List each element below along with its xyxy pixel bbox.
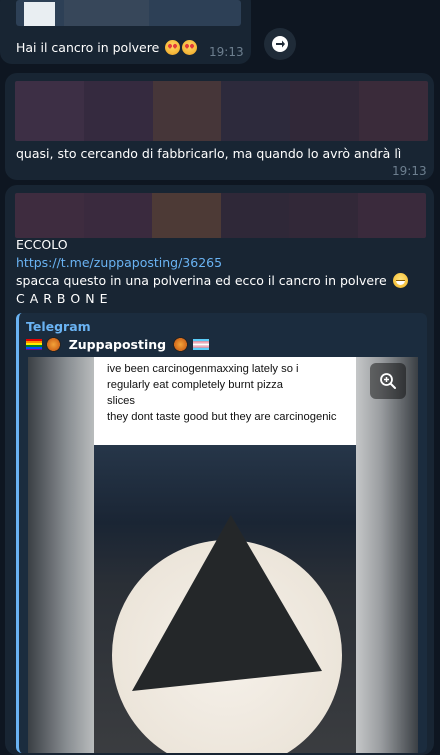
share-button[interactable]	[264, 28, 296, 60]
message-3-link[interactable]: https://t.me/zuppaposting/36265	[16, 255, 222, 270]
zoom-icon	[380, 373, 396, 389]
trans-flag-icon	[192, 339, 209, 350]
pizza-icon	[173, 337, 189, 352]
message-1-text: Hai il cancro in polvere	[16, 40, 198, 55]
message-bubble-1: Hai il cancro in polvere 19:13	[0, 0, 251, 64]
meme-image: ive been carcinogenmaxxing lately so i r…	[94, 357, 356, 753]
message-3-media-strip[interactable]	[15, 193, 426, 238]
rainbow-flag-icon	[26, 339, 42, 350]
preview-channel-row: Zuppaposting	[26, 337, 209, 352]
message-bubble-2: quasi, sto cercando di fabbricarlo, ma q…	[5, 73, 434, 180]
burnt-pizza-photo	[94, 445, 356, 753]
share-icon	[272, 36, 288, 52]
media-thumbnail[interactable]	[24, 2, 55, 26]
preview-channel-name: Zuppaposting	[68, 337, 167, 352]
zoom-button[interactable]	[370, 363, 406, 399]
image-blur-right	[356, 357, 418, 753]
message-2-text: quasi, sto cercando di fabbricarlo, ma q…	[16, 146, 402, 161]
preview-site-name: Telegram	[26, 319, 91, 334]
message-1-media-strip[interactable]	[16, 0, 241, 26]
message-3-line-1: ECCOLO	[16, 237, 68, 252]
message-3-line-4: C A R B O N E	[16, 291, 108, 306]
meme-caption: ive been carcinogenmaxxing lately so i r…	[107, 363, 337, 423]
grinning-face-icon	[392, 273, 408, 288]
image-blur-left	[28, 357, 94, 753]
message-1-time: 19:13	[209, 45, 244, 59]
preview-image[interactable]: ive been carcinogenmaxxing lately so i r…	[28, 357, 418, 753]
message-2-media-strip[interactable]	[15, 81, 428, 141]
pizza-icon	[46, 337, 62, 352]
message-3-line-3: spacca questo in una polverina ed ecco i…	[16, 273, 408, 288]
link-preview[interactable]: Telegram Zuppaposting ive been carcinoge…	[16, 313, 427, 753]
heart-eyes-icon	[165, 40, 181, 55]
message-2-time: 19:13	[392, 164, 427, 178]
heart-eyes-icon	[182, 40, 198, 55]
